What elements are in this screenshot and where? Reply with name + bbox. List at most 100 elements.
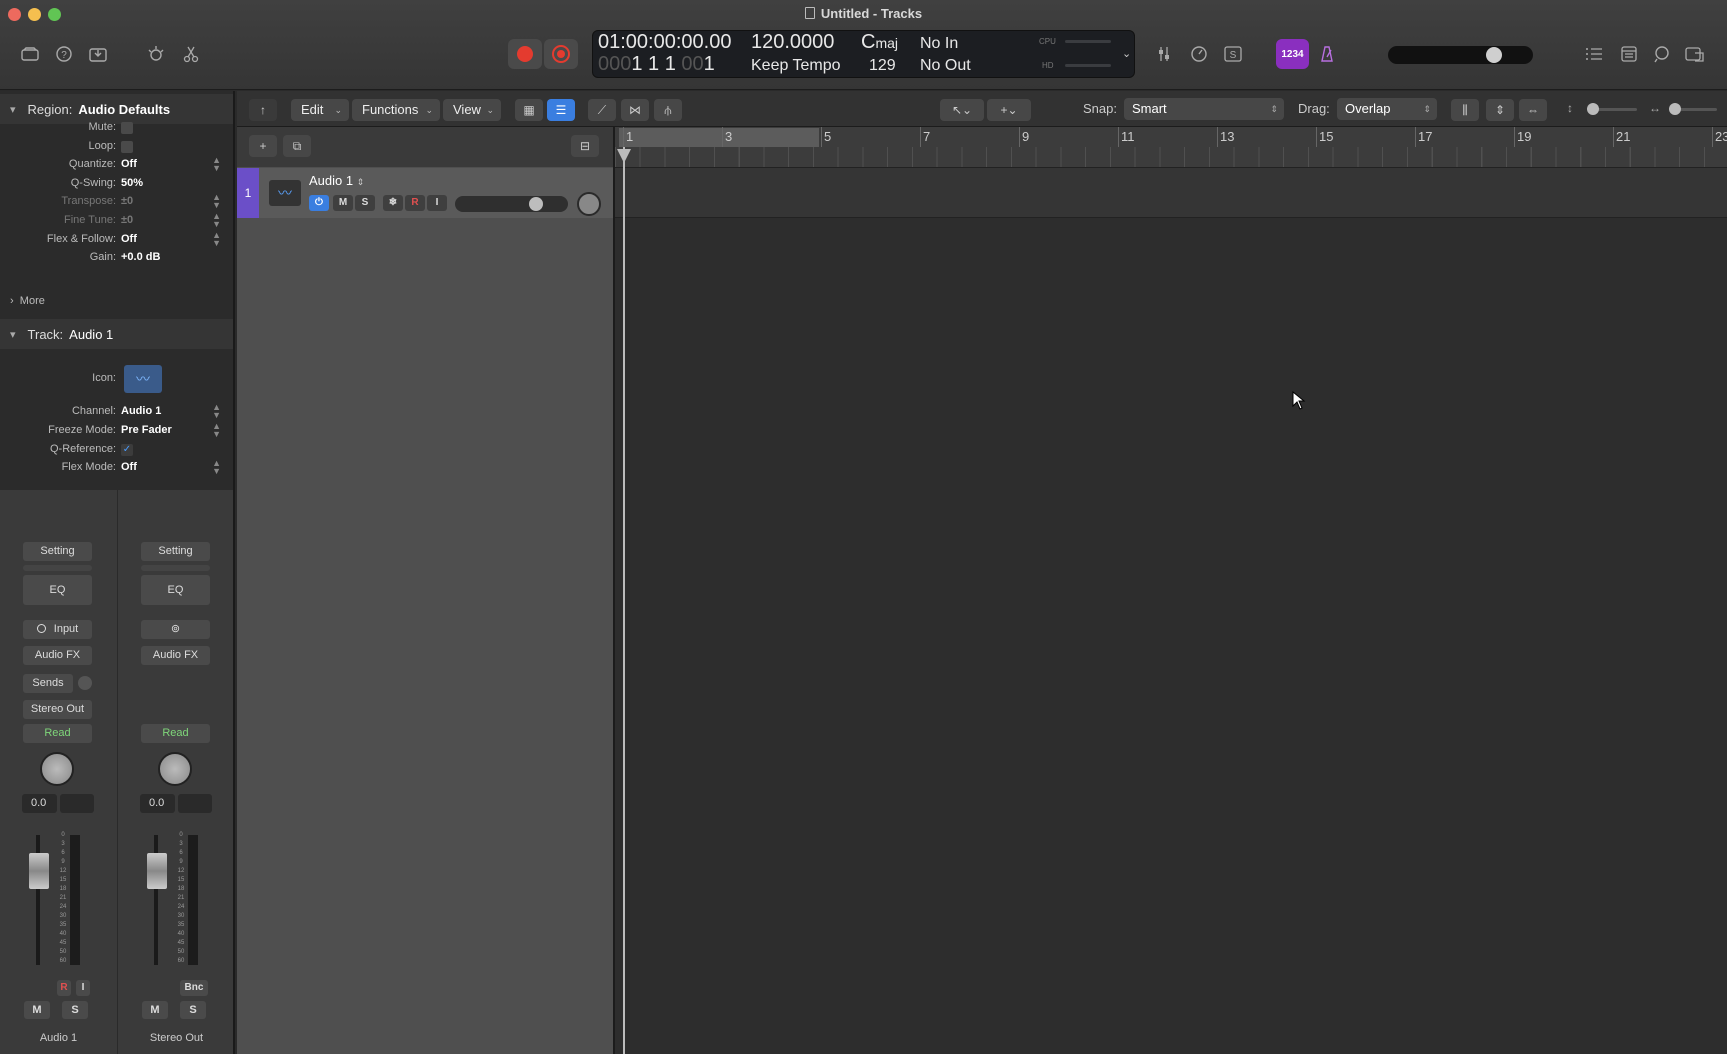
track-param-row[interactable]: Q-Reference: ✓ bbox=[0, 440, 233, 460]
input-button[interactable]: Input bbox=[23, 620, 92, 639]
duplicate-track-icon[interactable]: ⧉ bbox=[283, 135, 311, 157]
list-editors-icon[interactable] bbox=[1579, 39, 1609, 69]
list-view-icon[interactable]: ☰ bbox=[547, 99, 575, 121]
track-record-button[interactable]: R bbox=[405, 195, 425, 211]
updown-icon[interactable]: ▲ ▼ bbox=[212, 459, 221, 476]
output-button[interactable]: Stereo Out bbox=[23, 700, 92, 719]
functions-menu[interactable]: Functions ⌄ bbox=[352, 99, 440, 121]
param-value[interactable]: Off bbox=[121, 233, 137, 245]
cycle-region[interactable] bbox=[619, 128, 819, 147]
automation-mode-button[interactable]: Read bbox=[141, 724, 210, 743]
eq-button[interactable]: EQ bbox=[141, 575, 210, 605]
add-track-icon[interactable]: + bbox=[249, 135, 277, 157]
updown-icon[interactable]: ▲ ▼ bbox=[212, 193, 221, 210]
setting-button[interactable]: Setting bbox=[141, 542, 210, 561]
horizontal-zoom-knob[interactable] bbox=[1669, 103, 1681, 115]
automation-mode-button[interactable]: Read bbox=[23, 724, 92, 743]
audio-fx-button[interactable]: Audio FX bbox=[141, 646, 210, 665]
master-volume-knob[interactable] bbox=[1486, 47, 1502, 63]
volume-value[interactable]: 0.0 bbox=[22, 794, 57, 813]
edit-menu[interactable]: Edit ⌄ bbox=[291, 99, 349, 121]
pointer-tool-icon[interactable]: ↖⌄ bbox=[940, 99, 984, 121]
volume-fader[interactable] bbox=[147, 853, 167, 889]
vertical-zoom-knob[interactable] bbox=[1587, 103, 1599, 115]
track-input-monitor-button[interactable]: I bbox=[427, 195, 447, 211]
chevron-down-icon[interactable]: ⌄ bbox=[1122, 47, 1131, 60]
input-monitor-button[interactable]: I bbox=[76, 980, 90, 996]
snap-select[interactable]: Smart ⇕ bbox=[1124, 98, 1284, 120]
flex-icon[interactable]: ⋈ bbox=[621, 99, 649, 121]
param-value[interactable]: 50% bbox=[121, 177, 143, 189]
param-value[interactable]: Off bbox=[121, 158, 137, 170]
checkbox[interactable]: ✓ bbox=[121, 444, 133, 456]
grid-view-icon[interactable]: ▦ bbox=[515, 99, 543, 121]
eq-button[interactable]: EQ bbox=[23, 575, 92, 605]
smart-controls-icon[interactable] bbox=[141, 39, 171, 69]
param-value[interactable]: +0.0 dB bbox=[121, 251, 160, 263]
note-pad-icon[interactable] bbox=[1614, 39, 1644, 69]
checkbox[interactable] bbox=[121, 141, 133, 153]
replace-record-button[interactable] bbox=[544, 39, 578, 69]
track-param-row[interactable]: Flex Mode: Off ▲ ▼ bbox=[0, 458, 233, 478]
score-icon[interactable]: S bbox=[1218, 39, 1248, 69]
track-volume-knob[interactable] bbox=[529, 197, 543, 211]
browser-icon[interactable] bbox=[1680, 39, 1710, 69]
up-arrow-icon[interactable]: ↑ bbox=[249, 99, 277, 121]
track-lane[interactable] bbox=[615, 168, 1727, 218]
region-param-row[interactable]: Loop: bbox=[0, 137, 233, 157]
region-param-row[interactable]: Q-Swing: 50% bbox=[0, 174, 233, 194]
vertical-zoom-slider[interactable] bbox=[1587, 103, 1637, 115]
region-param-row[interactable]: Fine Tune: ±0 ▲ ▼ bbox=[0, 211, 233, 231]
region-param-row[interactable]: Gain: +0.0 dB bbox=[0, 248, 233, 268]
view-menu[interactable]: View ⌄ bbox=[443, 99, 501, 121]
sends-button[interactable]: Sends bbox=[23, 674, 73, 693]
solo-button[interactable]: S bbox=[62, 1001, 88, 1019]
param-value[interactable]: Pre Fader bbox=[121, 424, 172, 436]
pan-knob[interactable] bbox=[158, 752, 192, 786]
track-folder-icon[interactable]: ⊟ bbox=[571, 135, 599, 157]
vertical-fit-icon[interactable]: ⇕ bbox=[1486, 99, 1514, 121]
pan-knob[interactable] bbox=[40, 752, 74, 786]
solo-button[interactable]: S bbox=[180, 1001, 206, 1019]
library-icon[interactable] bbox=[15, 39, 45, 69]
bar-ruler[interactable]: 1 3 5 7 9 11 13 15 17 19 21 23 bbox=[615, 127, 1727, 168]
drag-select[interactable]: Overlap ⇕ bbox=[1337, 98, 1437, 120]
horizontal-zoom-slider[interactable] bbox=[1669, 103, 1717, 115]
region-param-row[interactable]: Quantize: Off ▲ ▼ bbox=[0, 155, 233, 175]
region-param-row[interactable]: Transpose: ±0 ▲ ▼ bbox=[0, 192, 233, 212]
param-value[interactable]: ±0 bbox=[121, 214, 133, 226]
power-icon[interactable]: ⏻ bbox=[309, 195, 329, 211]
record-button[interactable] bbox=[508, 39, 542, 69]
track-param-row[interactable]: Freeze Mode: Pre Fader ▲ ▼ bbox=[0, 421, 233, 441]
pencil-tool-icon[interactable]: +⌄ bbox=[987, 99, 1031, 121]
updown-icon[interactable]: ▲ ▼ bbox=[212, 231, 221, 248]
mute-button[interactable]: M bbox=[24, 1001, 50, 1019]
lcd-display[interactable]: 01:00:00:00.00 0001 1 1 001 120.0000 Kee… bbox=[592, 30, 1135, 78]
mute-button[interactable]: M bbox=[142, 1001, 168, 1019]
updown-icon[interactable]: ▲ ▼ bbox=[212, 403, 221, 420]
track-pan-knob[interactable] bbox=[577, 192, 601, 216]
more-disclosure[interactable]: › More bbox=[10, 295, 45, 307]
volume-fader[interactable] bbox=[29, 853, 49, 889]
setting-button[interactable]: Setting bbox=[23, 542, 92, 561]
param-value[interactable]: ±0 bbox=[121, 195, 133, 207]
automation-icon[interactable]: ⟋ bbox=[588, 99, 616, 121]
mixer-icon[interactable] bbox=[1149, 39, 1179, 69]
master-volume-slider[interactable] bbox=[1388, 46, 1533, 64]
checkbox[interactable] bbox=[121, 122, 133, 134]
record-enable-button[interactable]: R bbox=[57, 980, 71, 996]
updown-icon[interactable]: ▲ ▼ bbox=[212, 212, 221, 229]
stereo-link-button[interactable]: ⊚ bbox=[141, 620, 210, 639]
audio-fx-button[interactable]: Audio FX bbox=[23, 646, 92, 665]
track-header-row[interactable]: 1 〰 Audio 1 ⇕ ⏻ M S ❄ R I bbox=[237, 168, 613, 218]
waveform-icon[interactable]: 〰 bbox=[124, 365, 162, 393]
scissors-icon[interactable] bbox=[176, 39, 206, 69]
track-param-row[interactable]: Channel: Audio 1 ▲ ▼ bbox=[0, 402, 233, 422]
waveform-zoom-icon[interactable]: ⫼ bbox=[1451, 99, 1479, 121]
param-value[interactable]: Off bbox=[121, 461, 137, 473]
region-param-row[interactable]: Mute: bbox=[0, 118, 233, 138]
volume-value[interactable]: 0.0 bbox=[140, 794, 175, 813]
track-solo-button[interactable]: S bbox=[355, 195, 375, 211]
region-param-row[interactable]: Flex & Follow: Off ▲ ▼ bbox=[0, 230, 233, 250]
horizontal-fit-icon[interactable]: ⇔ bbox=[1519, 99, 1547, 121]
